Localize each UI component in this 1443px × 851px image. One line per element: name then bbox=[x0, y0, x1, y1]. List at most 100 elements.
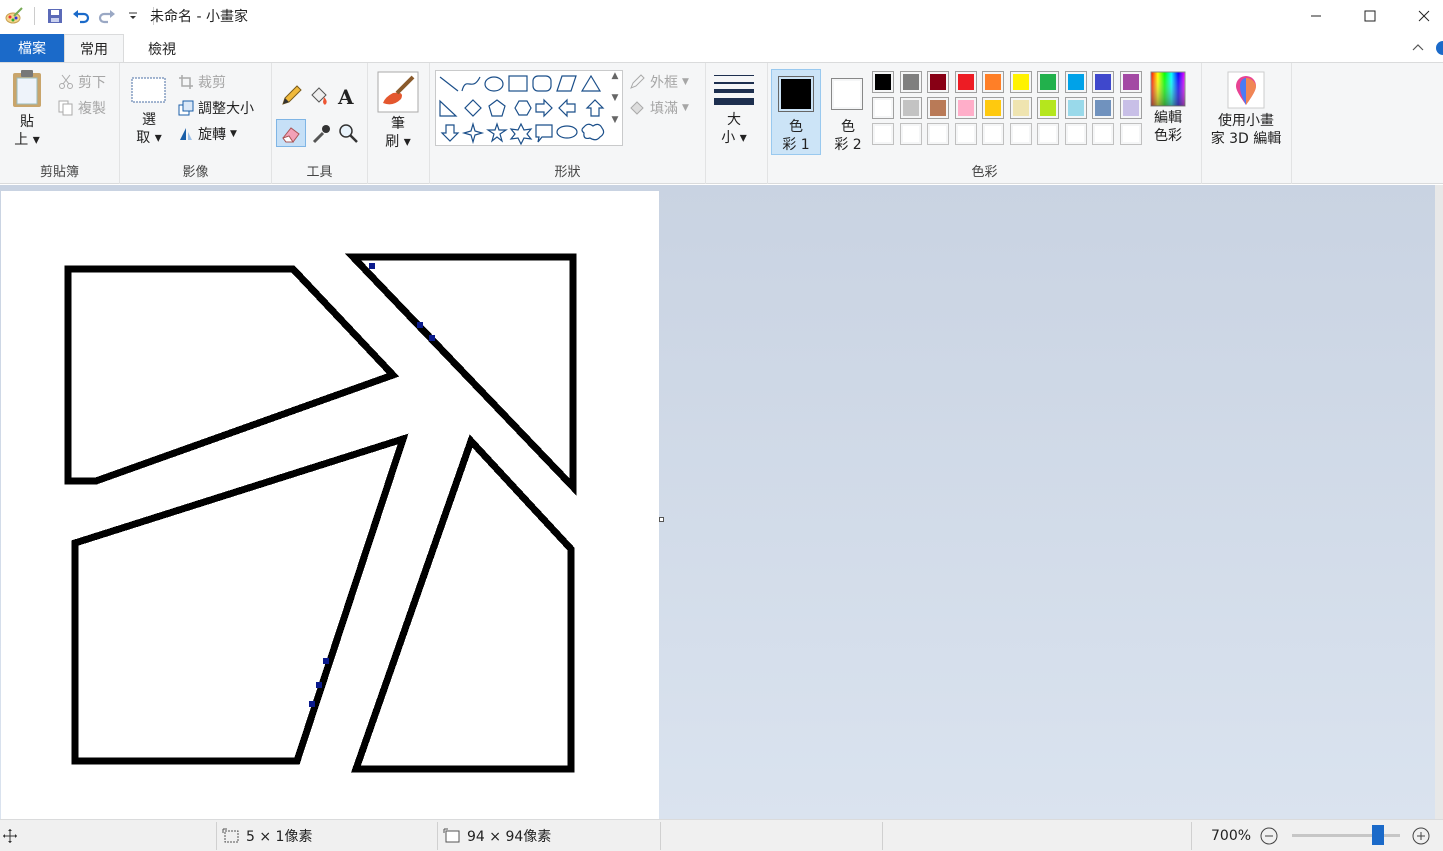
customize-qat-icon[interactable] bbox=[123, 6, 143, 26]
palette-swatch[interactable] bbox=[927, 123, 949, 145]
paste-button[interactable]: 貼 上 ▾ bbox=[8, 69, 46, 149]
color-picker-tool[interactable] bbox=[308, 121, 334, 147]
help-icon[interactable] bbox=[1436, 41, 1443, 55]
scroll-up-icon[interactable]: ▲ bbox=[612, 71, 619, 81]
palette-swatch[interactable] bbox=[872, 97, 894, 119]
drawing-canvas[interactable] bbox=[1, 191, 659, 819]
edit-with-paint3d-button[interactable]: 使用小畫 家 3D 編輯 bbox=[1204, 71, 1288, 148]
rotate-icon bbox=[180, 128, 192, 140]
fill-tool[interactable] bbox=[306, 83, 332, 109]
palette-swatch[interactable] bbox=[899, 71, 922, 93]
palette-swatch[interactable] bbox=[927, 97, 949, 119]
palette-swatch[interactable] bbox=[1009, 97, 1032, 119]
zoom-slider-track[interactable] bbox=[1292, 834, 1400, 837]
palette-swatch-fill bbox=[985, 100, 1001, 116]
resize-button[interactable]: 調整大小 bbox=[178, 97, 254, 119]
palette-swatch-fill bbox=[902, 126, 919, 142]
palette-swatch[interactable] bbox=[1037, 97, 1059, 119]
minimize-button[interactable] bbox=[1293, 0, 1339, 32]
clipboard-group: 貼 上 ▾ 剪下 複製 剪貼簿 bbox=[0, 63, 120, 184]
size-button[interactable]: 大 小 ▾ bbox=[712, 73, 756, 147]
brushes-button[interactable]: 筆 刷 ▾ bbox=[376, 71, 420, 151]
palette-swatch[interactable] bbox=[1119, 123, 1142, 145]
colors-group: 色 彩 1 色 彩 2 編輯 色彩 色彩 bbox=[768, 63, 1202, 184]
edit-colors-button[interactable]: 編輯 色彩 bbox=[1142, 71, 1194, 145]
palette-swatch[interactable] bbox=[872, 71, 894, 93]
copy-button[interactable]: 複製 bbox=[58, 97, 106, 119]
palette-swatch[interactable] bbox=[1064, 97, 1087, 119]
shapes-gallery[interactable] bbox=[435, 70, 623, 146]
eraser-tool[interactable] bbox=[276, 119, 306, 147]
color1-button[interactable]: 色 彩 1 bbox=[771, 69, 821, 155]
qat-separator bbox=[34, 7, 35, 25]
eraser-icon bbox=[282, 127, 300, 143]
text-a-icon: A bbox=[337, 85, 354, 109]
palette-swatch[interactable] bbox=[954, 71, 977, 93]
palette-swatch[interactable] bbox=[982, 123, 1004, 145]
collapse-ribbon-icon[interactable] bbox=[1410, 40, 1426, 56]
palette-swatch-fill bbox=[1012, 74, 1029, 90]
save-icon[interactable] bbox=[45, 6, 65, 26]
cut-label: 剪下 bbox=[78, 75, 106, 91]
rotate-button[interactable]: 旋轉 ▼ bbox=[178, 123, 237, 145]
palette-swatch-fill bbox=[930, 100, 946, 116]
gallery-expand-icon[interactable]: ▼ bbox=[612, 115, 619, 125]
canvas-resize-handle[interactable] bbox=[659, 517, 664, 522]
magnifier-tool[interactable] bbox=[336, 121, 362, 147]
magnifier-icon bbox=[339, 124, 358, 143]
cut-button[interactable]: 剪下 bbox=[58, 71, 106, 93]
outline-button[interactable]: 外框 ▼ bbox=[628, 71, 689, 93]
palette-swatch[interactable] bbox=[1092, 123, 1114, 145]
line-size-icon bbox=[714, 75, 754, 105]
palette-swatch[interactable] bbox=[927, 71, 949, 93]
close-button[interactable] bbox=[1401, 0, 1443, 32]
palette-swatch[interactable] bbox=[1092, 71, 1114, 93]
palette-swatch[interactable] bbox=[982, 97, 1004, 119]
redo-icon[interactable] bbox=[97, 6, 117, 26]
maximize-button[interactable] bbox=[1347, 0, 1393, 32]
palette-swatch-fill bbox=[902, 100, 919, 116]
vertical-scrollbar[interactable] bbox=[1435, 185, 1443, 819]
palette-swatch[interactable] bbox=[899, 123, 922, 145]
crop-icon bbox=[179, 75, 193, 89]
brush-icon bbox=[377, 71, 419, 113]
palette-swatch[interactable] bbox=[1009, 123, 1032, 145]
text-tool[interactable]: A bbox=[334, 83, 360, 109]
fill-button[interactable]: 填滿 ▼ bbox=[628, 97, 689, 119]
palette-swatch[interactable] bbox=[1119, 97, 1142, 119]
cursor-position bbox=[2, 820, 18, 851]
select-button[interactable]: 選 取 ▾ bbox=[130, 77, 168, 147]
shapes-gallery-icons bbox=[439, 74, 605, 146]
paste-label-bottom: 上 ▾ bbox=[14, 132, 40, 148]
pencil-tool[interactable] bbox=[278, 83, 304, 109]
paint-app-icon[interactable] bbox=[4, 6, 24, 26]
palette-swatch[interactable] bbox=[1037, 71, 1059, 93]
color2-button[interactable]: 色 彩 2 bbox=[823, 69, 873, 155]
palette-swatch[interactable] bbox=[1119, 71, 1142, 93]
scroll-down-icon[interactable]: ▼ bbox=[612, 93, 619, 103]
palette-swatch[interactable] bbox=[1009, 71, 1032, 93]
palette-swatch[interactable] bbox=[1064, 71, 1087, 93]
crop-button[interactable]: 裁剪 bbox=[178, 71, 226, 93]
undo-icon[interactable] bbox=[71, 6, 91, 26]
edit-colors-label-top: 編輯 bbox=[1154, 110, 1182, 126]
palette-swatch[interactable] bbox=[954, 123, 977, 145]
zoom-in-button[interactable] bbox=[1412, 820, 1430, 851]
zoom-out-button[interactable] bbox=[1260, 820, 1278, 851]
palette-swatch-fill bbox=[985, 74, 1001, 90]
select-label-top: 選 bbox=[142, 112, 156, 128]
zoom-slider-thumb[interactable] bbox=[1371, 825, 1384, 845]
shapes-scroll[interactable]: ▲ ▼ ▼ bbox=[608, 71, 622, 145]
clipboard-group-label: 剪貼簿 bbox=[39, 165, 79, 180]
tab-view[interactable]: 檢視 bbox=[134, 34, 190, 63]
palette-swatch[interactable] bbox=[1064, 123, 1087, 145]
palette-swatch[interactable] bbox=[899, 97, 922, 119]
tab-home[interactable]: 常用 bbox=[64, 34, 124, 63]
palette-swatch-fill bbox=[1012, 126, 1029, 142]
palette-swatch[interactable] bbox=[954, 97, 977, 119]
palette-swatch[interactable] bbox=[872, 123, 894, 145]
palette-swatch[interactable] bbox=[982, 71, 1004, 93]
palette-swatch[interactable] bbox=[1037, 123, 1059, 145]
palette-swatch[interactable] bbox=[1092, 97, 1114, 119]
tab-file[interactable]: 檔案 bbox=[0, 34, 64, 62]
